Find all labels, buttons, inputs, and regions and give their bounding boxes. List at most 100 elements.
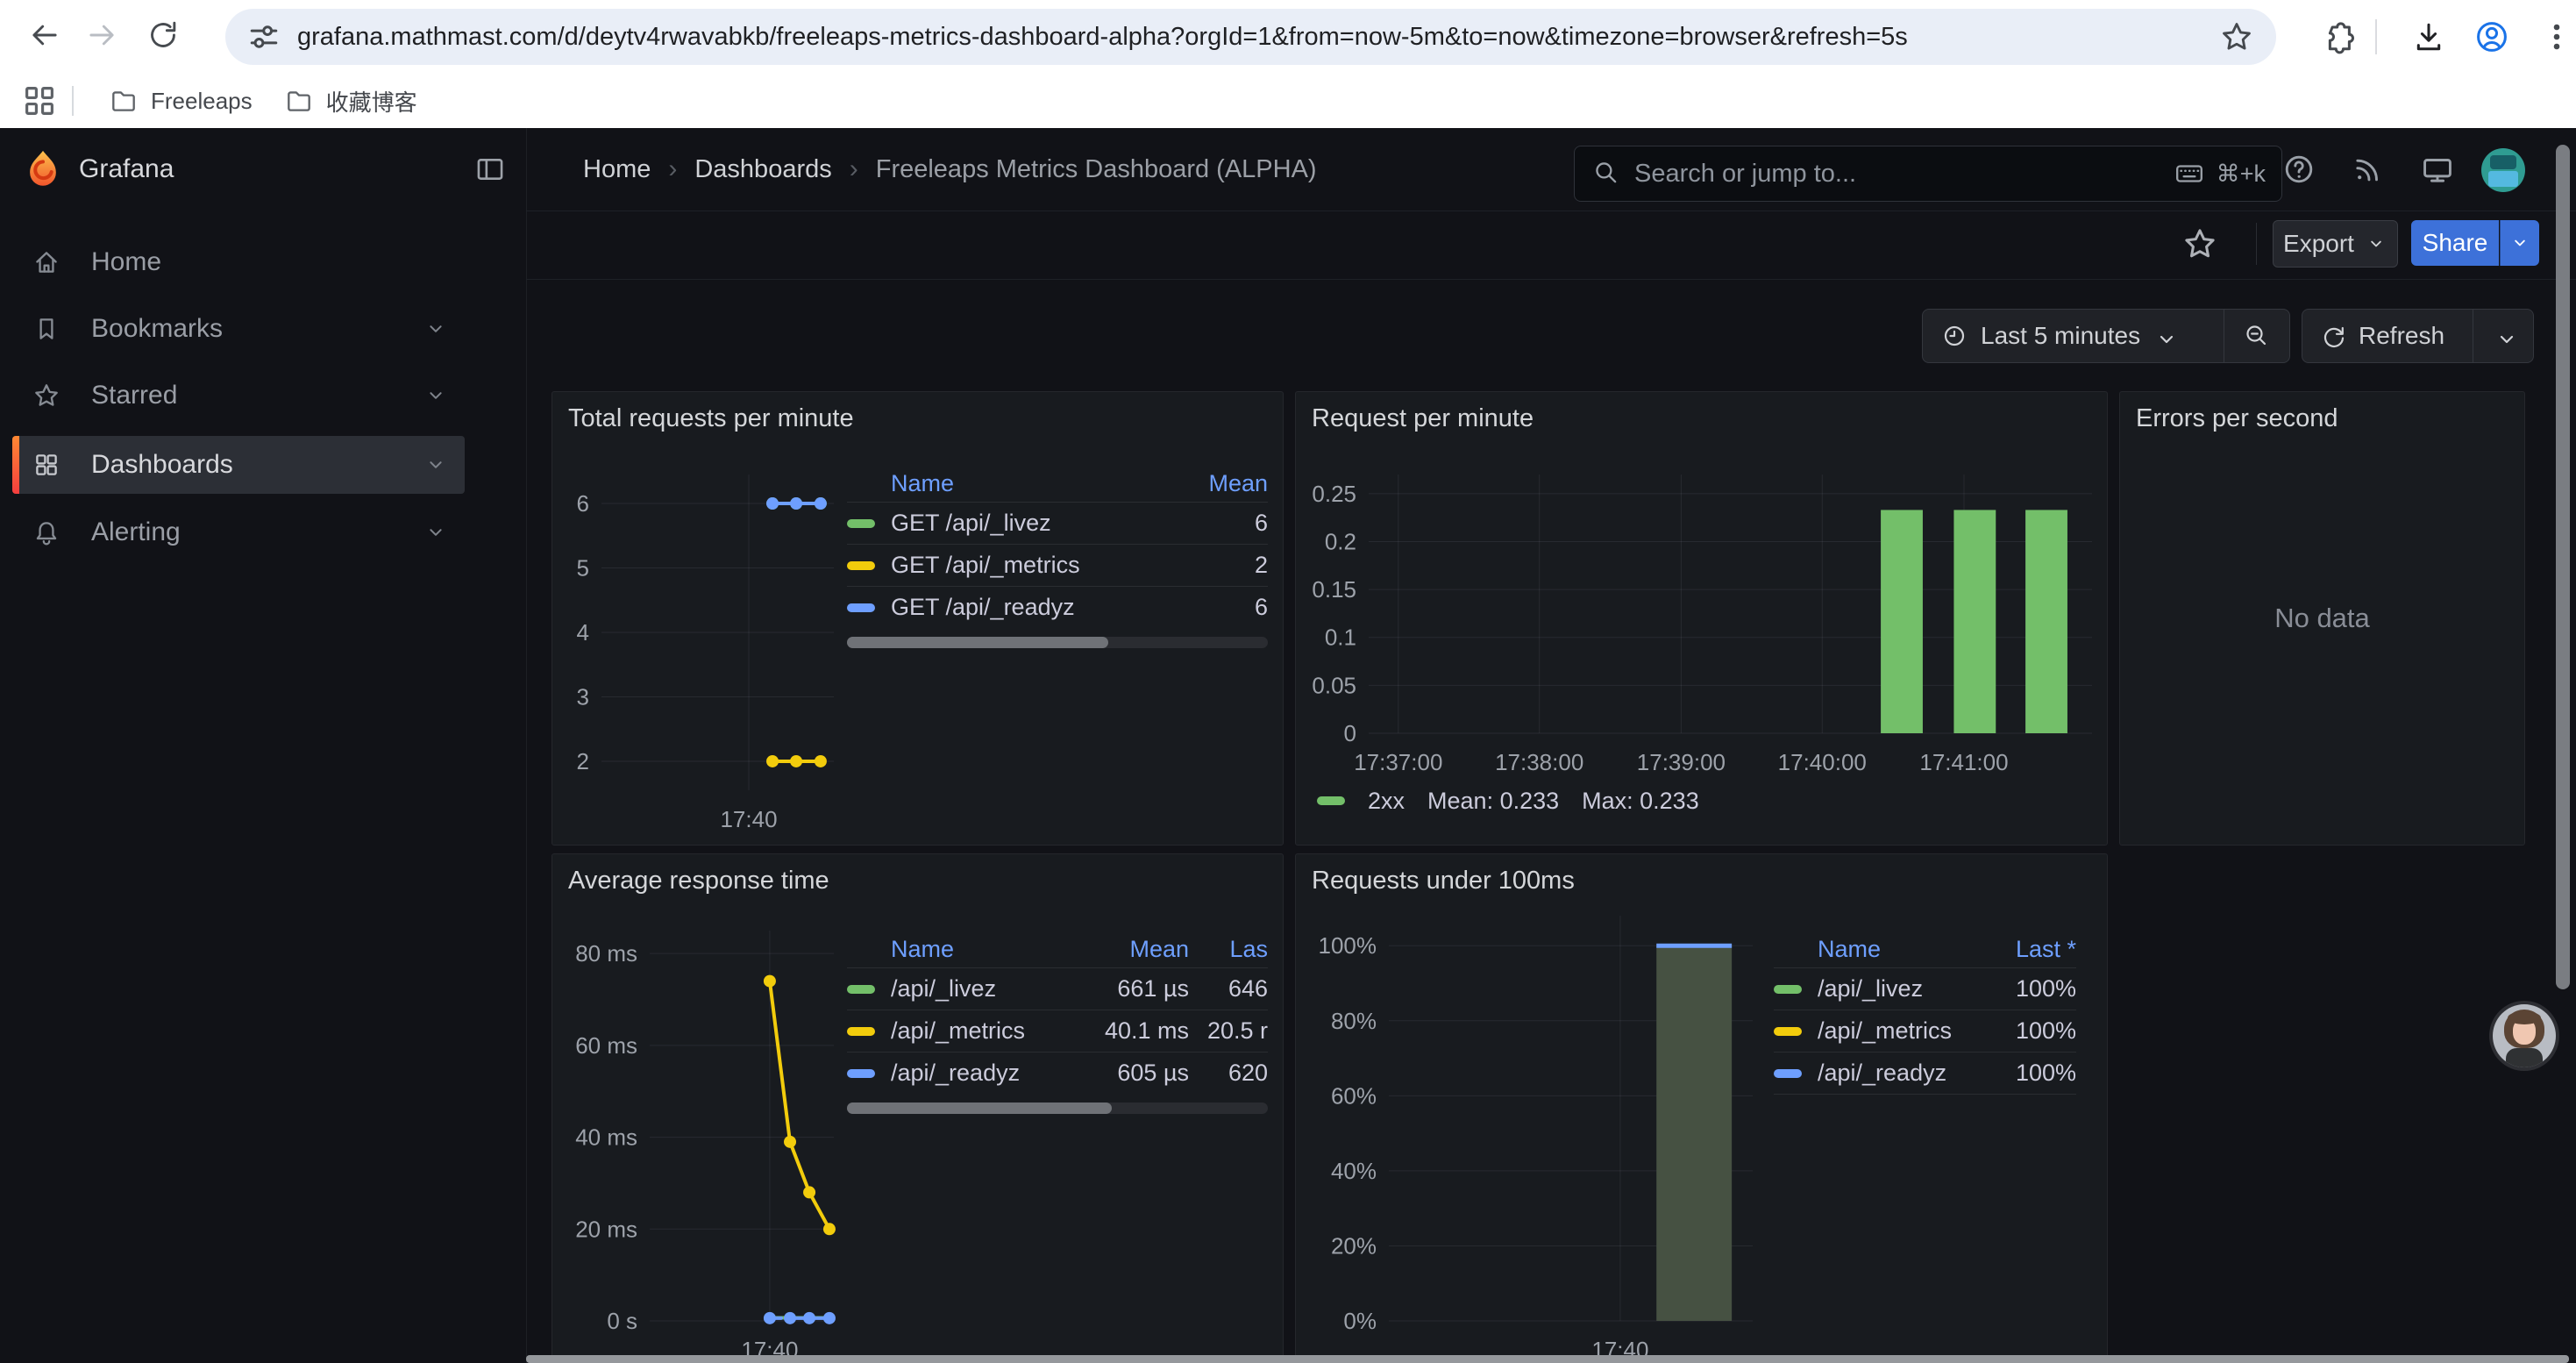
refresh-button[interactable]: Refresh [2302, 310, 2473, 362]
breadcrumb: Home › Dashboards › Freeleaps Metrics Da… [583, 128, 1317, 211]
legend-scrollbar[interactable] [847, 1103, 1268, 1114]
no-data-message: No data [2120, 392, 2524, 845]
svg-text:0.1: 0.1 [1325, 624, 1356, 651]
download-icon[interactable] [2409, 18, 2448, 56]
vertical-scrollbar[interactable] [2556, 145, 2570, 989]
bookmark-folder-blogs[interactable]: 收藏博客 [268, 78, 433, 125]
svg-text:5: 5 [577, 555, 589, 582]
search-box[interactable]: ⌘+k [1574, 146, 2282, 202]
svg-text:17:40:00: 17:40:00 [1778, 749, 1867, 775]
refresh-icon [2320, 323, 2346, 349]
legend-row[interactable]: /api/_readyz605 µs620 [847, 1052, 1268, 1094]
export-button[interactable]: Export [2273, 220, 2398, 268]
refresh-interval-button[interactable] [2473, 310, 2533, 362]
sidebar-item-alerting[interactable]: Alerting [12, 503, 465, 561]
star-icon [32, 381, 61, 410]
extensions-icon[interactable] [2319, 18, 2358, 56]
chevron-down-icon [423, 316, 449, 342]
share-button[interactable]: Share [2411, 220, 2499, 266]
time-controls: Last 5 minutes Refresh [526, 279, 2576, 391]
legend-column-num[interactable]: Last * [1971, 936, 2076, 963]
legend-row[interactable]: /api/_metrics100% [1774, 1010, 2076, 1052]
sidebar-item-starred[interactable]: Starred [12, 367, 465, 425]
legend-row[interactable]: /api/_livez100% [1774, 967, 2076, 1010]
panel-total-requests: Total requests per minute 6543217:40 Nam… [551, 391, 1284, 846]
svg-text:0.25: 0.25 [1312, 481, 1356, 507]
grafana-header: Grafana Home › Dashboards › Freeleaps Me… [0, 128, 2576, 211]
profile-icon[interactable] [2473, 18, 2511, 56]
series-name: GET /api/_metrics [891, 552, 1163, 579]
help-icon[interactable] [2278, 150, 2320, 192]
user-avatar[interactable] [2481, 148, 2525, 192]
legend-column-num[interactable]: Mean [1163, 470, 1268, 497]
search-icon [1590, 157, 1620, 191]
svg-text:6: 6 [577, 490, 589, 517]
zoom-out-button[interactable] [2224, 310, 2289, 362]
home-icon [32, 247, 61, 277]
share-menu-button[interactable] [2500, 220, 2539, 266]
time-range-picker[interactable]: Last 5 minutes [1923, 310, 2224, 362]
svg-text:2: 2 [577, 748, 589, 774]
series-value: 661 µs [1084, 975, 1189, 1003]
series-pill [1774, 1069, 1802, 1078]
brand-title: Grafana [79, 128, 174, 211]
svg-text:0.05: 0.05 [1312, 672, 1356, 698]
breadcrumb-separator: › [850, 154, 858, 184]
legend-column-last[interactable]: Las [1189, 936, 1268, 963]
sidebar-item-bookmarks[interactable]: Bookmarks [12, 300, 465, 358]
floating-assistant-avatar[interactable] [2493, 1004, 2556, 1067]
legend-row[interactable]: GET /api/_livez6 [847, 502, 1268, 544]
reload-icon[interactable] [139, 12, 188, 61]
series-value: 605 µs [1084, 1060, 1189, 1087]
apps-icon [32, 450, 61, 480]
sidebar-item-dashboards[interactable]: Dashboards [12, 436, 465, 494]
svg-text:60%: 60% [1331, 1082, 1377, 1109]
svg-text:17:40: 17:40 [720, 806, 777, 832]
sidebar-item-label: Alerting [91, 517, 423, 547]
svg-text:60 ms: 60 ms [575, 1032, 637, 1059]
refresh-label: Refresh [2359, 322, 2444, 350]
favorite-star-icon[interactable] [2181, 225, 2219, 263]
screen-icon[interactable] [2416, 150, 2459, 192]
sidebar-item-home[interactable]: Home [12, 233, 465, 291]
search-input[interactable] [1633, 159, 2162, 189]
series-name: /api/_readyz [1818, 1060, 1971, 1087]
search-shortcut: ⌘+k [2174, 159, 2266, 189]
keyboard-icon [2174, 159, 2208, 189]
bookmark-folder-freeleaps[interactable]: Freeleaps [93, 79, 268, 123]
legend-row[interactable]: GET /api/_metrics2 [847, 544, 1268, 586]
legend-column-num[interactable]: Mean [1084, 936, 1189, 963]
controls-divider [2256, 223, 2257, 265]
bookmark-star-icon[interactable] [2218, 18, 2255, 55]
news-rss-icon[interactable] [2346, 150, 2388, 192]
legend-header: NameMean [847, 465, 1268, 502]
sidebar-toggle-icon[interactable] [473, 153, 507, 186]
series-value: 100% [1971, 975, 2076, 1003]
grafana-app: Grafana Home › Dashboards › Freeleaps Me… [0, 128, 2576, 1363]
horizontal-scrollbar[interactable] [526, 1355, 2569, 1363]
series-name: 2xx [1368, 788, 1405, 815]
legend-row[interactable]: /api/_metrics40.1 ms20.5 r [847, 1010, 1268, 1052]
address-bar[interactable]: grafana.mathmast.com/d/deytv4rwavabkb/fr… [225, 9, 2276, 65]
series-value: 40.1 ms [1084, 1017, 1189, 1045]
legend-column-name[interactable]: Name [1774, 936, 1971, 963]
legend-column-name[interactable]: Name [847, 470, 1163, 497]
legend-column-name[interactable]: Name [847, 936, 1084, 963]
legend-scrollbar[interactable] [847, 637, 1268, 648]
forward-icon[interactable] [78, 12, 127, 61]
svg-text:0: 0 [1344, 720, 1356, 746]
panel-legend[interactable]: 2xx Mean: 0.233 Max: 0.233 [1317, 783, 1699, 818]
series-pill [847, 985, 875, 994]
breadcrumb-home[interactable]: Home [583, 155, 651, 184]
back-icon[interactable] [19, 12, 68, 61]
legend-row[interactable]: GET /api/_readyz6 [847, 586, 1268, 628]
chevron-down-icon [2365, 232, 2387, 255]
site-settings-icon[interactable] [245, 18, 283, 56]
legend-row[interactable]: /api/_readyz100% [1774, 1052, 2076, 1095]
apps-grid-icon[interactable] [19, 81, 60, 121]
legend-row[interactable]: /api/_livez661 µs646 [847, 967, 1268, 1010]
breadcrumb-dashboards[interactable]: Dashboards [694, 155, 831, 184]
panel-avg-response-time: Average response time 80 ms60 ms40 ms20 … [551, 853, 1284, 1363]
menu-kebab-icon[interactable] [2537, 18, 2576, 56]
grafana-logo[interactable] [21, 147, 65, 191]
